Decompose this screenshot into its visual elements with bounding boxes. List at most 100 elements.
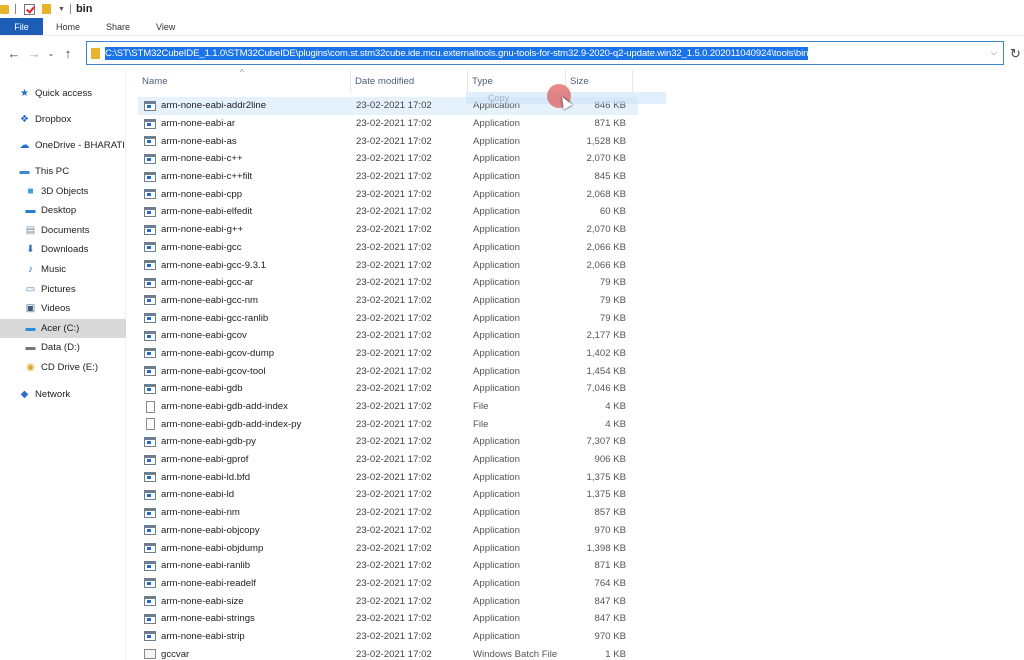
- file-size: 871 KB: [594, 118, 626, 130]
- sidebar-item-network[interactable]: ◆ Network: [0, 385, 126, 404]
- file-name: arm-none-eabi-g++: [161, 224, 244, 236]
- file-date-modified: 23-02-2021 17:02: [356, 436, 432, 448]
- file-size: 2,070 KB: [586, 153, 626, 165]
- file-row[interactable]: arm-none-eabi-gcov-dump 23-02-2021 17:02 A…: [138, 345, 638, 363]
- application-icon: [144, 543, 156, 554]
- file-size: 2,066 KB: [586, 241, 626, 253]
- application-icon: [144, 436, 156, 447]
- application-icon: [144, 366, 156, 377]
- up-button[interactable]: ↑: [58, 46, 78, 61]
- file-row[interactable]: arm-none-eabi-c++ 23-02-2021 17:02 Applica…: [138, 150, 638, 168]
- file-row[interactable]: arm-none-eabi-gdb-add-index-py 23-02-2021…: [138, 415, 638, 433]
- file-type: Application: [473, 560, 520, 572]
- file-size: 4 KB: [605, 418, 626, 430]
- file-row[interactable]: arm-none-eabi-gcc-ranlib 23-02-2021 17:02…: [138, 309, 638, 327]
- sidebar-item-acer-c[interactable]: ▬ Acer (C:): [0, 319, 126, 338]
- sidebar-item-downloads[interactable]: ⬇ Downloads: [0, 240, 126, 259]
- file-row[interactable]: arm-none-eabi-objcopy 23-02-2021 17:02 App…: [138, 522, 638, 540]
- sidebar-item-documents[interactable]: ▤ Documents: [0, 221, 126, 240]
- file-date-modified: 23-02-2021 17:02: [356, 294, 432, 306]
- file-date-modified: 23-02-2021 17:02: [356, 630, 432, 642]
- file-name: arm-none-eabi-gdb-py: [161, 436, 256, 448]
- file-row[interactable]: arm-none-eabi-gprof 23-02-2021 17:02 Appli…: [138, 451, 638, 469]
- address-path[interactable]: C:\ST\STM32CubeIDE_1.1.0\STM32CubeIDE\pl…: [105, 46, 808, 60]
- address-bar[interactable]: C:\ST\STM32CubeIDE_1.1.0\STM32CubeIDE\pl…: [86, 41, 1004, 65]
- customize-toolbar-chevron-icon[interactable]: ▼: [58, 6, 65, 13]
- sidebar-item-videos[interactable]: ▣ Videos: [0, 299, 126, 318]
- file-size: 79 KB: [599, 277, 626, 289]
- file-row[interactable]: arm-none-eabi-gcc-9.3.1 23-02-2021 17:02 A…: [138, 256, 638, 274]
- file-row[interactable]: arm-none-eabi-readelf 23-02-2021 17:02 App…: [138, 575, 638, 593]
- file-row[interactable]: arm-none-eabi-elfedit 23-02-2021 17:02 App…: [138, 203, 638, 221]
- sidebar-item-desktop[interactable]: ▬ Desktop: [0, 201, 126, 220]
- file-row[interactable]: arm-none-eabi-size 23-02-2021 17:02 Applic…: [138, 592, 638, 610]
- tab-home[interactable]: Home: [43, 18, 93, 35]
- column-header-name[interactable]: Name: [138, 70, 351, 92]
- sidebar-item-data-d[interactable]: ▬ Data (D:): [0, 338, 126, 357]
- file-row[interactable]: arm-none-eabi-strip 23-02-2021 17:02 Appli…: [138, 628, 638, 646]
- column-header-size[interactable]: Size: [566, 70, 633, 92]
- file-name: arm-none-eabi-gcc-ar: [161, 277, 254, 289]
- file-row[interactable]: arm-none-eabi-ranlib 23-02-2021 17:02 Appl…: [138, 557, 638, 575]
- sidebar-item-dropbox[interactable]: ❖ Dropbox: [0, 110, 126, 129]
- address-dropdown-chevron-icon[interactable]: ⌵: [991, 48, 997, 58]
- sidebar-item-quick-access[interactable]: ★ Quick access: [0, 84, 126, 103]
- properties-checkbox-icon[interactable]: [24, 3, 35, 15]
- sidebar-item-music[interactable]: ♪ Music: [0, 260, 126, 279]
- sidebar-item-cd-drive-e[interactable]: ◉ CD Drive (E:): [0, 358, 126, 377]
- file-size: 1,454 KB: [586, 365, 626, 377]
- sidebar-item-3d-objects[interactable]: ■ 3D Objects: [0, 182, 126, 201]
- file-row[interactable]: arm-none-eabi-ar 23-02-2021 17:02 Applicat…: [138, 115, 638, 133]
- file-row[interactable]: arm-none-eabi-cpp 23-02-2021 17:02 Applica…: [138, 185, 638, 203]
- file-date-modified: 23-02-2021 17:02: [356, 454, 432, 466]
- file-name: arm-none-eabi-ar: [161, 118, 236, 130]
- batch-file-icon: [144, 649, 156, 660]
- file-row[interactable]: arm-none-eabi-strings 23-02-2021 17:02 App…: [138, 610, 638, 628]
- file-row[interactable]: arm-none-eabi-gcc-nm 23-02-2021 17:02 Appl…: [138, 292, 638, 310]
- tab-view[interactable]: View: [143, 18, 188, 35]
- tab-share[interactable]: Share: [93, 18, 143, 35]
- file-row[interactable]: arm-none-eabi-ld 23-02-2021 17:02 Applicat…: [138, 486, 638, 504]
- file-row[interactable]: gccvar 23-02-2021 17:02 Windows Batch File…: [138, 645, 638, 660]
- file-date-modified: 23-02-2021 17:02: [356, 347, 432, 359]
- file-size: 2,070 KB: [586, 224, 626, 236]
- sidebar-item-label: 3D Objects: [41, 186, 89, 197]
- file-name: arm-none-eabi-ld.bfd: [161, 471, 251, 483]
- column-header-date[interactable]: Date modified: [351, 70, 468, 92]
- file-size: 2,177 KB: [586, 330, 626, 342]
- application-icon: [144, 596, 156, 607]
- file-type: Application: [473, 206, 520, 218]
- file-row[interactable]: arm-none-eabi-nm 23-02-2021 17:02 Applicat…: [138, 504, 638, 522]
- file-type: Application: [473, 542, 520, 554]
- refresh-button[interactable]: ↻: [1010, 46, 1021, 62]
- new-folder-icon[interactable]: [42, 4, 51, 14]
- recent-locations-button[interactable]: ⌄: [44, 49, 58, 58]
- file-row[interactable]: arm-none-eabi-g++ 23-02-2021 17:02 Applica…: [138, 221, 638, 239]
- file-row[interactable]: arm-none-eabi-gdb-add-index 23-02-2021 17…: [138, 398, 638, 416]
- application-icon: [144, 454, 156, 465]
- file-row[interactable]: arm-none-eabi-ld.bfd 23-02-2021 17:02 Appl…: [138, 468, 638, 486]
- file-row[interactable]: arm-none-eabi-c++filt 23-02-2021 17:02 App…: [138, 168, 638, 186]
- column-header-label: Name: [142, 75, 168, 87]
- tab-file[interactable]: File: [0, 18, 43, 35]
- sidebar-item-onedrive-bharati[interactable]: ☁ OneDrive - BHARATI: [0, 136, 126, 155]
- sidebar-item-pictures[interactable]: ▭ Pictures: [0, 280, 126, 299]
- file-type: Application: [473, 277, 520, 289]
- star-icon: ★: [20, 88, 29, 99]
- file-row[interactable]: arm-none-eabi-objdump 23-02-2021 17:02 App…: [138, 539, 638, 557]
- forward-button[interactable]: →: [24, 46, 44, 61]
- file-type: Application: [473, 471, 520, 483]
- file-row[interactable]: arm-none-eabi-as 23-02-2021 17:02 Applicat…: [138, 132, 638, 150]
- sidebar-item-label: OneDrive - BHARATI: [35, 140, 125, 151]
- back-button[interactable]: ←: [4, 46, 24, 61]
- file-row[interactable]: arm-none-eabi-gcc-ar 23-02-2021 17:02 Appl…: [138, 274, 638, 292]
- file-row[interactable]: arm-none-eabi-gcc 23-02-2021 17:02 Applica…: [138, 239, 638, 257]
- sidebar-item-this-pc[interactable]: ▬ This PC: [0, 162, 126, 181]
- file-row[interactable]: arm-none-eabi-gcov-tool 23-02-2021 17:02 A…: [138, 362, 638, 380]
- file-date-modified: 23-02-2021 17:02: [356, 171, 432, 183]
- file-type: Application: [473, 347, 520, 359]
- file-row[interactable]: arm-none-eabi-gdb-py 23-02-2021 17:02 Appl…: [138, 433, 638, 451]
- file-date-modified: 23-02-2021 17:02: [356, 277, 432, 289]
- file-row[interactable]: arm-none-eabi-gdb 23-02-2021 17:02 Applica…: [138, 380, 638, 398]
- file-row[interactable]: arm-none-eabi-gcov 23-02-2021 17:02 Applic…: [138, 327, 638, 345]
